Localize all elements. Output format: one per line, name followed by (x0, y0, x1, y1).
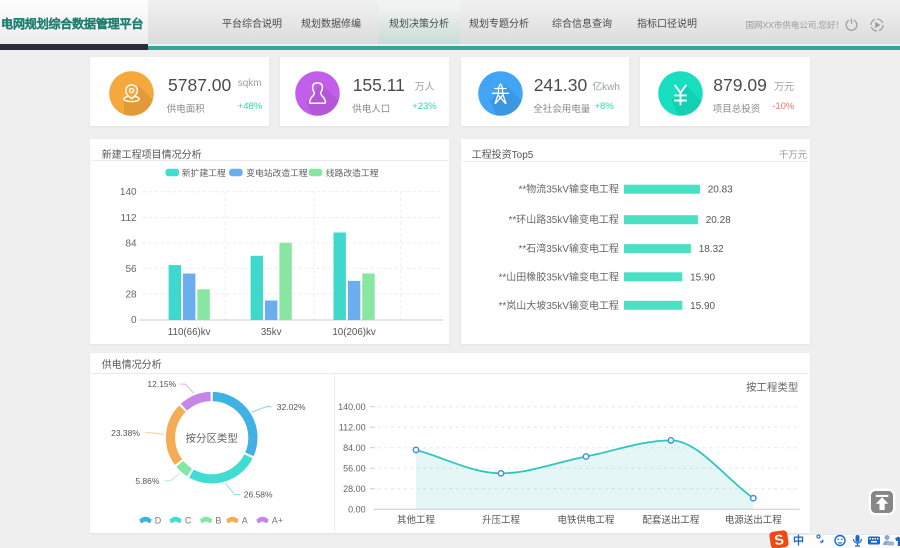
svg-text:20.83: 20.83 (707, 184, 732, 195)
svg-text:线路改造工程: 线路改造工程 (326, 166, 379, 177)
svg-text:18.32: 18.32 (698, 244, 723, 255)
svg-text:26.58%: 26.58% (244, 489, 273, 499)
svg-text:112.00: 112.00 (339, 422, 366, 432)
svg-text:28.00: 28.00 (343, 484, 365, 494)
svg-text:其他工程: 其他工程 (397, 514, 435, 526)
svg-text:D: D (155, 515, 162, 525)
svg-text:新扩建工程: 新扩建工程 (182, 166, 226, 177)
svg-text:**岚山大坡35kV输变电工程: **岚山大坡35kV输变电工程 (498, 298, 618, 311)
svg-text:140: 140 (120, 187, 137, 198)
svg-text:C: C (185, 515, 192, 525)
svg-text:B: B (216, 515, 222, 525)
svg-text:5.86%: 5.86% (136, 476, 161, 486)
svg-text:**物流35kV输变电工程: **物流35kV输变电工程 (518, 182, 618, 195)
svg-text:84.00: 84.00 (343, 443, 365, 453)
svg-text:35kv: 35kv (261, 326, 282, 337)
svg-text:A: A (242, 515, 248, 525)
svg-text:28: 28 (126, 289, 138, 300)
svg-text:A+: A+ (272, 515, 283, 525)
svg-text:按工程类型: 按工程类型 (746, 380, 798, 393)
svg-text:84: 84 (126, 238, 138, 249)
svg-text:变电站改造工程: 变电站改造工程 (246, 166, 308, 177)
svg-text:**环山路35kV输变电工程: **环山路35kV输变电工程 (508, 213, 618, 226)
svg-text:**山田橡胶35kV输变电工程: **山田橡胶35kV输变电工程 (498, 270, 618, 283)
svg-text:0: 0 (131, 315, 137, 326)
svg-text:**石湾35kV输变电工程: **石湾35kV输变电工程 (518, 242, 618, 255)
svg-text:56: 56 (126, 263, 138, 274)
svg-text:110(66)kv: 110(66)kv (168, 326, 211, 337)
svg-text:按分区类型: 按分区类型 (186, 431, 238, 444)
svg-text:56.00: 56.00 (343, 463, 365, 473)
svg-text:电铁供电工程: 电铁供电工程 (558, 514, 615, 526)
svg-text:升压工程: 升压工程 (482, 515, 520, 526)
svg-text:10(206)kv: 10(206)kv (333, 326, 377, 337)
svg-text:0.00: 0.00 (348, 504, 366, 514)
svg-text:112: 112 (121, 212, 137, 223)
svg-text:配套送出工程: 配套送出工程 (643, 514, 700, 526)
svg-text:中: 中 (793, 533, 804, 547)
svg-text:15.90: 15.90 (690, 300, 715, 311)
svg-text:15.90: 15.90 (690, 272, 715, 283)
svg-text:20.28: 20.28 (705, 215, 730, 226)
svg-text:23.38%: 23.38% (111, 428, 140, 438)
svg-text:12.15%: 12.15% (148, 379, 177, 389)
svg-text:32.02%: 32.02% (277, 402, 306, 412)
svg-text:140.00: 140.00 (338, 402, 365, 412)
svg-text:电源送出工程: 电源送出工程 (725, 514, 782, 526)
